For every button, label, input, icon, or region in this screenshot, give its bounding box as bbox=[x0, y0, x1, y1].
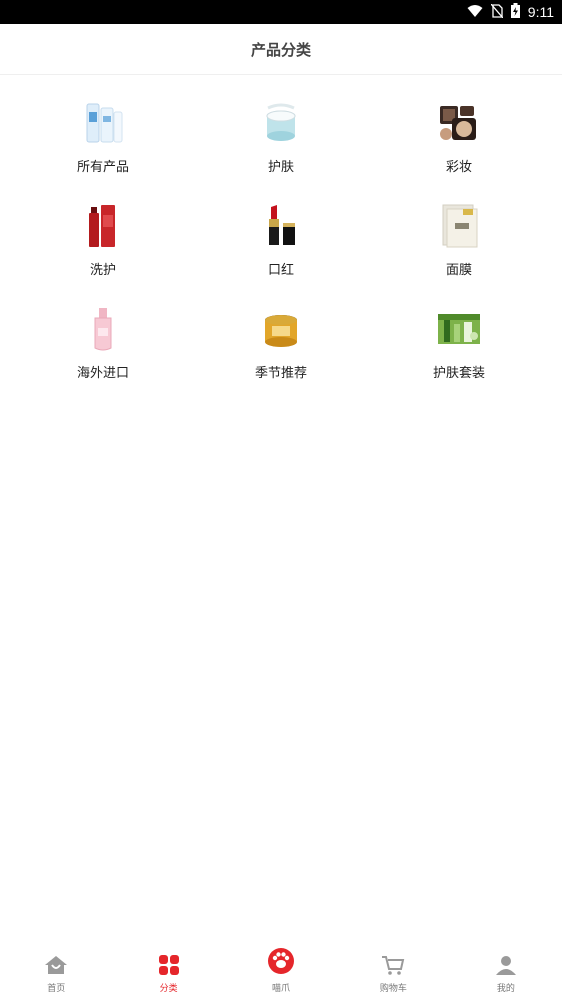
tab-cart[interactable]: 购物车 bbox=[337, 944, 449, 1000]
status-icons: 9:11 bbox=[467, 0, 554, 24]
mask-pack-image bbox=[436, 203, 482, 249]
tab-paw[interactable]: 喵爪 bbox=[225, 944, 337, 1000]
tab-category[interactable]: 分类 bbox=[112, 944, 224, 1000]
user-icon bbox=[495, 955, 517, 979]
category-label: 海外进口 bbox=[76, 366, 129, 381]
category-label: 口红 bbox=[267, 263, 294, 278]
green-skincare-set-image bbox=[436, 306, 482, 352]
status-time: 9:11 bbox=[527, 4, 554, 20]
category-label: 面膜 bbox=[445, 263, 472, 278]
category-label: 彩妆 bbox=[445, 160, 472, 175]
honey-jar-image bbox=[258, 306, 304, 352]
no-sim-icon bbox=[490, 3, 504, 22]
home-icon bbox=[44, 955, 68, 979]
cleanser-tubes-image bbox=[80, 100, 126, 146]
status-bar: 9:11 bbox=[0, 0, 562, 24]
pink-toner-bottle-image bbox=[80, 306, 126, 352]
compact-powder-image bbox=[436, 100, 482, 146]
tab-label: 分类 bbox=[159, 984, 178, 994]
tab-mine[interactable]: 我的 bbox=[450, 944, 562, 1000]
tab-home[interactable]: 首页 bbox=[0, 944, 112, 1000]
battery-charging-icon bbox=[510, 2, 520, 22]
category-all-products[interactable]: 所有产品 bbox=[43, 100, 163, 190]
cart-icon bbox=[381, 955, 405, 979]
category-makeup[interactable]: 彩妆 bbox=[399, 100, 519, 190]
tab-label: 购物车 bbox=[379, 984, 407, 994]
category-label: 季节推荐 bbox=[254, 366, 307, 381]
category-wash-care[interactable]: 洗护 bbox=[43, 203, 163, 293]
category-lipstick[interactable]: 口红 bbox=[221, 203, 341, 293]
category-label: 护肤 bbox=[267, 160, 294, 175]
page-title: 产品分类 bbox=[250, 40, 311, 59]
tab-label: 喵爪 bbox=[272, 984, 291, 994]
category-seasonal[interactable]: 季节推荐 bbox=[221, 306, 341, 396]
cream-jar-image bbox=[258, 100, 304, 146]
category-label: 洗护 bbox=[89, 263, 116, 278]
category-face-mask[interactable]: 面膜 bbox=[399, 203, 519, 293]
category-grid-icon bbox=[158, 955, 180, 979]
lipstick-image bbox=[258, 203, 304, 249]
category-skincare-set[interactable]: 护肤套装 bbox=[399, 306, 519, 396]
red-bottle-image bbox=[80, 203, 126, 249]
header: 产品分类 bbox=[0, 24, 562, 75]
category-label: 所有产品 bbox=[76, 160, 129, 175]
category-skincare[interactable]: 护肤 bbox=[221, 100, 341, 190]
wifi-icon bbox=[467, 3, 483, 22]
tab-label: 我的 bbox=[496, 984, 515, 994]
category-label: 护肤套装 bbox=[432, 366, 485, 381]
paw-icon bbox=[267, 947, 295, 979]
category-overseas-import[interactable]: 海外进口 bbox=[43, 306, 163, 396]
bottom-tab-bar: 首页 分类 喵爪 购物车 我的 bbox=[0, 944, 562, 1000]
tab-label: 首页 bbox=[47, 984, 66, 994]
